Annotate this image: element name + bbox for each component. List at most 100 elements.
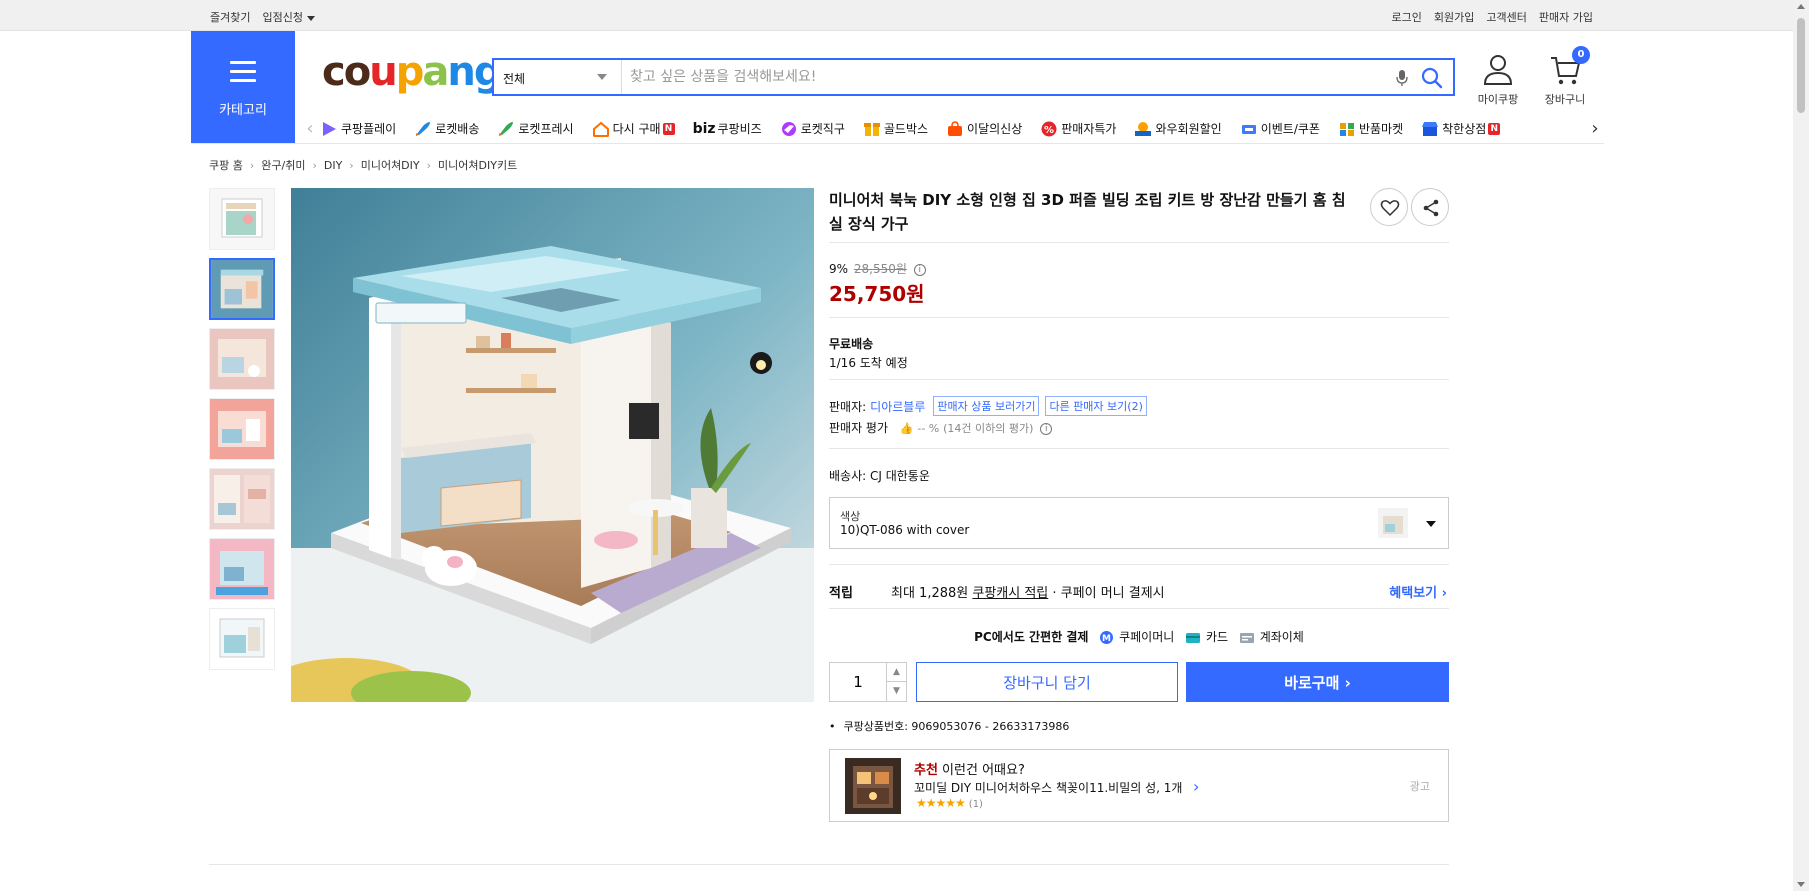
breadcrumb-miniature-diy[interactable]: 미니어쳐DIY — [361, 157, 420, 173]
benefits-link[interactable]: 혜택보기 › — [1389, 582, 1447, 601]
svg-text:M: M — [1102, 634, 1111, 644]
nav-item-label: 로켓배송 — [435, 122, 480, 136]
buy-now-button[interactable]: 바로구매 › — [1186, 662, 1449, 702]
search-icon[interactable] — [1421, 67, 1443, 89]
nav-item-label: 골드박스 — [883, 122, 929, 136]
scrollbar-thumb[interactable] — [1797, 18, 1805, 113]
nav-item-new-arrivals[interactable]: 이달의신상 — [946, 120, 1022, 137]
product-thumbnail[interactable] — [209, 328, 275, 390]
recommend-prefix: 추천 — [914, 763, 938, 778]
quantity-decrease-icon[interactable]: ▼ — [886, 682, 906, 701]
breadcrumb-home[interactable]: 쿠팡 홈 — [209, 157, 243, 173]
nav-item-events-coupons[interactable]: 이벤트/쿠폰 — [1240, 120, 1320, 137]
option-thumbnail — [1378, 508, 1408, 538]
product-thumbnail[interactable] — [209, 468, 275, 530]
breadcrumb-miniature-diy-kit[interactable]: 미니어쳐DIY키트 — [438, 157, 517, 173]
new-badge: N — [1488, 122, 1501, 135]
recommendation-image — [845, 758, 901, 814]
nav-item-wow-discount[interactable]: 와우회원할인 — [1134, 120, 1222, 137]
nav-item-goldbox[interactable]: 골드박스 — [863, 120, 928, 137]
product-thumbnail[interactable] — [209, 608, 275, 670]
seller-rating-label: 판매자 평가 — [829, 421, 889, 435]
quantity-increase-icon[interactable]: ▲ — [886, 663, 906, 682]
login-link[interactable]: 로그인 — [1392, 9, 1422, 25]
nav-item-label: 착한상점 — [1442, 122, 1487, 136]
divider — [829, 448, 1449, 449]
breadcrumb-diy[interactable]: DIY — [324, 159, 342, 172]
product-thumbnail[interactable] — [209, 398, 275, 460]
nav-item-return-market[interactable]: 반품마켓 — [1338, 120, 1403, 137]
nav-item-coupang-play[interactable]: 쿠팡플레이 — [320, 120, 396, 137]
vertical-scrollbar[interactable] — [1793, 0, 1809, 891]
search-input[interactable] — [630, 66, 1390, 88]
home-icon — [592, 121, 609, 137]
info-icon[interactable]: i — [1040, 422, 1053, 435]
product-main-image[interactable] — [291, 188, 814, 702]
nav-item-rocket-direct[interactable]: 로켓직구 — [780, 120, 845, 137]
nav-item-label: 와우회원할인 — [1155, 122, 1222, 136]
signup-link[interactable]: 회원가입 — [1434, 9, 1474, 25]
product-thumbnail-selected[interactable] — [209, 258, 275, 320]
category-menu-button[interactable]: 카테고리 — [191, 31, 295, 143]
star-icons: ★★★★★ — [916, 796, 966, 810]
shipping-title: 무료배송 — [829, 337, 874, 351]
add-to-cart-button[interactable]: 장바구니 담기 — [916, 662, 1178, 702]
seller-signup-link[interactable]: 판매자 가입 — [1539, 9, 1593, 25]
my-coupang-label: 마이쿠팡 — [1477, 93, 1519, 106]
seller-row: 판매자: 디아르블루 판매자 상품 보러가기 다른 판매자 보기(2) — [829, 396, 1147, 416]
ad-label: 광고 — [1409, 780, 1430, 793]
original-price: 28,550원 — [853, 262, 907, 276]
nav-item-coupang-biz[interactable]: biz 쿠팡비즈 — [693, 120, 762, 137]
customer-center-link[interactable]: 고객센터 — [1486, 9, 1526, 25]
scroll-down-arrow-icon[interactable] — [1797, 882, 1805, 887]
nav-item-label: 이벤트/쿠폰 — [1260, 122, 1320, 136]
nav-item-rebuy[interactable]: 다시 구매 N — [592, 120, 675, 137]
chevron-right-icon: › — [426, 158, 432, 172]
breadcrumb-toys-hobby[interactable]: 완구/취미 — [261, 157, 305, 173]
payment-methods: PC에서도 간편한 결제 M 쿠페이머니 카드 계좌이체 — [829, 628, 1449, 645]
thumbs-up-icon: 👍 — [899, 422, 914, 435]
chevron-right-icon[interactable]: › — [1193, 777, 1199, 796]
product-thumbnail[interactable] — [209, 188, 275, 250]
globe-icon — [781, 121, 796, 136]
product-thumbnail[interactable] — [209, 538, 275, 600]
nav-item-rocket-delivery[interactable]: 로켓배송 — [414, 120, 479, 137]
store-icon — [1422, 121, 1439, 136]
nav-item-label: 이달의신상 — [967, 122, 1023, 136]
divider — [829, 317, 1449, 318]
color-option-select[interactable]: 색상 10)QT-086 with cover — [829, 497, 1449, 549]
info-icon[interactable]: i — [913, 263, 926, 276]
percent-icon: % — [1041, 121, 1057, 136]
nav-next-arrow-icon[interactable]: › — [1585, 118, 1605, 139]
coupon-icon — [1241, 124, 1256, 134]
discount-rate: 9% — [829, 262, 849, 276]
carrier-info: 배송사: CJ 대한통운 — [829, 469, 930, 483]
payment-title: PC에서도 간편한 결제 — [974, 630, 1089, 644]
seller-label: 판매자: — [829, 399, 867, 414]
scroll-up-arrow-icon[interactable] — [1797, 4, 1805, 9]
nav-item-good-store[interactable]: 착한상점 N — [1421, 120, 1501, 137]
divider — [829, 242, 1449, 243]
nav-prev-arrow-icon[interactable]: ‹ — [300, 118, 320, 139]
nav-item-rocket-fresh[interactable]: 로켓프레시 — [497, 120, 574, 137]
wishlist-button[interactable] — [1370, 188, 1408, 226]
coupang-logo[interactable]: coupang — [322, 52, 502, 92]
recommendation-ad[interactable]: 추천 이런건 어때요? 꼬미딜 DIY 미니어처하우스 책꽂이11.비밀의 성,… — [829, 749, 1449, 822]
seller-products-button[interactable]: 판매자 상품 보러가기 — [933, 396, 1040, 416]
nav-item-seller-deals[interactable]: % 판매자특가 — [1040, 120, 1116, 137]
share-button[interactable] — [1411, 188, 1449, 226]
cart-button[interactable]: 0 장바구니 — [1535, 46, 1595, 107]
bookmark-link[interactable]: 즐겨찾기 — [210, 9, 250, 25]
chevron-right-icon: › — [249, 158, 255, 172]
quantity-input[interactable] — [836, 672, 880, 692]
microphone-icon[interactable] — [1395, 69, 1409, 87]
other-sellers-button[interactable]: 다른 판매자 보기(2) — [1045, 396, 1147, 416]
my-coupang-button[interactable]: 마이쿠팡 — [1468, 54, 1528, 107]
vendor-apply-link[interactable]: 입점신청 — [262, 9, 315, 25]
top-right-links: 로그인 회원가입 고객센터 판매자 가입 — [1392, 9, 1593, 25]
nav-item-label: 로켓직구 — [800, 122, 845, 136]
seller-name-link[interactable]: 디아르블루 — [870, 398, 925, 415]
search-scope-select[interactable]: 전체 — [494, 60, 622, 94]
coupang-cash-link[interactable]: 쿠팡캐시 적립 — [972, 586, 1048, 601]
recommendation-name: 꼬미딜 DIY 미니어처하우스 책꽂이11.비밀의 성, 1개 — [914, 781, 1183, 795]
